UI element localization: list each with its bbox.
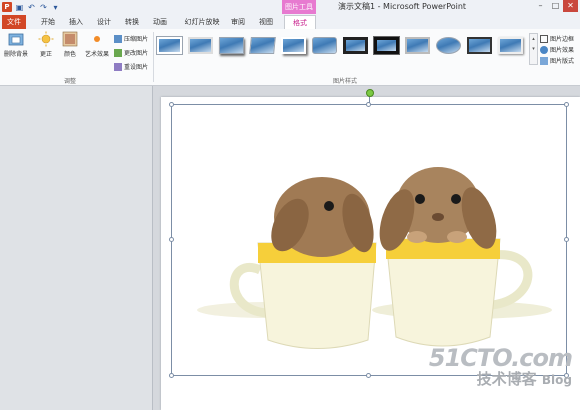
tab-insert[interactable]: 插入: [64, 15, 88, 29]
resize-handle-top-left[interactable]: [169, 102, 174, 107]
resize-handle-top-right[interactable]: [564, 102, 569, 107]
tab-slideshow[interactable]: 幻灯片放映: [180, 15, 224, 29]
picture-layout-button[interactable]: 图片版式: [540, 56, 574, 65]
artistic-effects-label: 艺术效果: [84, 51, 109, 58]
powerpoint-logo-icon[interactable]: P: [2, 2, 12, 12]
tab-design[interactable]: 设计: [92, 15, 116, 29]
window-title: 演示文稿1 - Microsoft PowerPoint: [338, 2, 467, 11]
sun-icon: [38, 31, 54, 47]
redo-icon[interactable]: ↷: [39, 3, 48, 12]
resize-handle-left[interactable]: [169, 237, 174, 242]
picture-styles-gallery: [157, 34, 527, 60]
color-label: 颜色: [63, 51, 76, 58]
color-icon: [62, 31, 78, 47]
site-watermark: 51CTO.com 技术博客 Blog: [428, 344, 573, 389]
tab-home[interactable]: 开始: [36, 15, 60, 29]
remove-background-label: 删除背景: [3, 51, 28, 58]
tab-animations[interactable]: 动画: [148, 15, 172, 29]
picture-layout-label: 图片版式: [550, 58, 575, 65]
compress-label: 压缩图片: [124, 36, 149, 43]
change-picture-button[interactable]: 更改图片: [114, 48, 148, 57]
artistic-effects-button[interactable]: 艺术效果: [82, 31, 112, 58]
picture-style-thumb[interactable]: [312, 37, 337, 54]
maximize-icon[interactable]: □: [548, 0, 563, 12]
minimize-icon[interactable]: –: [533, 0, 548, 12]
adjust-group-label: 调整: [63, 78, 76, 85]
quick-access-toolbar: P ▣ ↶ ↷ ▾: [0, 0, 60, 14]
tab-file[interactable]: 文件: [2, 15, 26, 29]
picture-style-thumb[interactable]: [467, 37, 492, 54]
resize-handle-right[interactable]: [564, 237, 569, 242]
picture-styles-group-label: 图片样式: [332, 78, 357, 85]
watermark-domain: 51CTO.com: [428, 344, 573, 372]
dropdown-icon[interactable]: ▾: [51, 3, 60, 12]
watermark-cn: 技术博客: [476, 370, 537, 388]
close-icon[interactable]: ✕: [563, 0, 578, 12]
picture-style-thumb[interactable]: [188, 37, 213, 54]
undo-icon[interactable]: ↶: [27, 3, 36, 12]
picture-selection-frame[interactable]: [171, 104, 567, 376]
resize-handle-top[interactable]: [366, 102, 371, 107]
corrections-label: 更正: [39, 51, 52, 58]
picture-border-label: 图片边框: [550, 36, 575, 43]
remove-background-button[interactable]: 删除背景: [3, 31, 29, 58]
save-icon[interactable]: ▣: [15, 3, 24, 12]
border-icon: [540, 34, 548, 43]
tab-transitions[interactable]: 转换: [120, 15, 144, 29]
compress-pictures-button[interactable]: 压缩图片: [114, 34, 148, 43]
picture-style-thumb[interactable]: [498, 37, 523, 54]
picture-effects-label: 图片效果: [550, 47, 575, 54]
gallery-scroll[interactable]: ▴ ▾: [529, 33, 538, 65]
reset-picture-label: 重设图片: [124, 64, 149, 71]
reset-picture-button[interactable]: 重设图片: [114, 62, 148, 71]
watermark-subtitle: 技术博客 Blog: [429, 370, 572, 389]
resize-handle-bottom-left[interactable]: [169, 373, 174, 378]
ribbon-tabs: 文件 开始 插入 设计 转换 动画 幻灯片放映 审阅 视图 格式: [0, 14, 580, 30]
corrections-button[interactable]: 更正: [35, 31, 57, 58]
compress-icon: [114, 34, 122, 43]
picture-style-thumb[interactable]: [374, 37, 399, 54]
tab-format[interactable]: 格式: [284, 15, 316, 30]
tab-view[interactable]: 视图: [254, 15, 278, 29]
rotation-handle[interactable]: [366, 89, 374, 97]
picture-style-thumb[interactable]: [281, 37, 306, 54]
ribbon: 删除背景 更正 颜色 艺术效果 压缩图片 更改图片 重设图片 调整 ▴ ▾ 图片…: [0, 29, 580, 86]
color-button[interactable]: 颜色: [60, 31, 80, 58]
change-picture-icon: [114, 48, 122, 57]
artistic-effects-icon: [94, 36, 100, 42]
picture-style-thumb[interactable]: [343, 37, 368, 54]
window-controls: – □ ✕: [533, 0, 578, 12]
picture-style-thumb[interactable]: [405, 37, 430, 54]
picture-style-thumb[interactable]: [219, 37, 244, 54]
group-separator: [153, 32, 154, 82]
picture-style-thumb[interactable]: [436, 37, 461, 54]
picture-style-thumb[interactable]: [249, 37, 276, 54]
tab-review[interactable]: 审阅: [226, 15, 250, 29]
watermark-en: Blog: [541, 373, 572, 387]
slides-panel[interactable]: [0, 86, 153, 410]
layout-icon: [540, 56, 548, 65]
remove-background-icon: [8, 33, 24, 46]
resize-handle-bottom[interactable]: [366, 373, 371, 378]
picture-style-thumb[interactable]: [157, 37, 182, 54]
picture-effects-button[interactable]: 图片效果: [540, 45, 574, 54]
change-picture-label: 更改图片: [124, 50, 149, 57]
picture-tools-context-title: 图片工具: [282, 0, 316, 14]
title-bar: P ▣ ↶ ↷ ▾ 图片工具 演示文稿1 - Microsoft PowerPo…: [0, 0, 580, 14]
picture-border-button[interactable]: 图片边框: [540, 34, 574, 43]
effects-icon: [540, 45, 548, 54]
reset-picture-icon: [114, 62, 122, 71]
